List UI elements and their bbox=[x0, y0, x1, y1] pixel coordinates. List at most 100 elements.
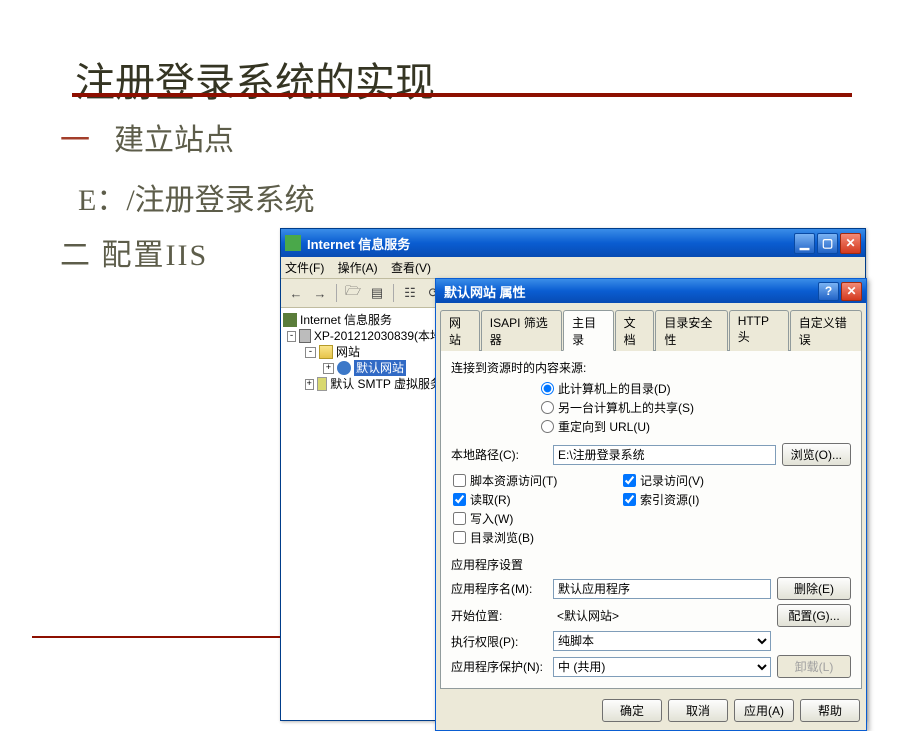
menu-file[interactable]: 文件(F) bbox=[285, 261, 324, 275]
remove-button[interactable]: 删除(E) bbox=[777, 577, 851, 600]
radio-local-directory[interactable]: 此计算机上的目录(D) bbox=[541, 380, 851, 397]
tab-custom-errors[interactable]: 自定义错误 bbox=[790, 310, 862, 351]
toolbar-separator bbox=[336, 284, 337, 302]
toolbar-list-button[interactable]: ▤ bbox=[366, 282, 388, 304]
tab-http-headers[interactable]: HTTP 头 bbox=[729, 310, 789, 351]
tab-directory-security[interactable]: 目录安全性 bbox=[655, 310, 727, 351]
tree-expand-icon[interactable]: + bbox=[323, 363, 334, 374]
properties-dialog: 默认网站 属性 ? ✕ 网站 ISAPI 筛选器 主目录 文档 目录安全性 HT… bbox=[435, 278, 867, 731]
dialog-titlebar[interactable]: 默认网站 属性 ? ✕ bbox=[436, 279, 866, 303]
tab-documents[interactable]: 文档 bbox=[615, 310, 655, 351]
tab-body: 连接到资源时的内容来源: 此计算机上的目录(D) 另一台计算机上的共享(S) 重… bbox=[440, 350, 862, 689]
tree-websites-label: 网站 bbox=[336, 344, 360, 360]
check-logvisit-label: 记录访问(V) bbox=[640, 472, 704, 489]
check-directory-browse[interactable]: 目录浏览(B) bbox=[453, 529, 621, 546]
tree-default-site[interactable]: + 默认网站 bbox=[283, 360, 442, 376]
toolbar-forward-button[interactable]: → bbox=[309, 282, 331, 304]
check-index-input[interactable] bbox=[623, 493, 636, 506]
radio-share-input[interactable] bbox=[541, 401, 554, 414]
config-button[interactable]: 配置(G)... bbox=[777, 604, 851, 627]
check-script-access[interactable]: 脚本资源访问(T) bbox=[453, 472, 621, 489]
slide-title: 注册登录系统的实现 bbox=[75, 50, 435, 108]
slide-line-1: 一建立站点 bbox=[60, 115, 234, 159]
toolbar-properties-button[interactable]: ☷ bbox=[399, 282, 421, 304]
exec-permissions-select[interactable]: 纯脚本 bbox=[553, 631, 771, 651]
local-path-row: 本地路径(C): E:\注册登录系统 浏览(O)... bbox=[451, 443, 851, 466]
tree-collapse-icon[interactable]: - bbox=[305, 347, 316, 358]
radio-network-share[interactable]: 另一台计算机上的共享(S) bbox=[541, 399, 851, 416]
menu-action[interactable]: 操作(A) bbox=[338, 261, 378, 275]
ok-button[interactable]: 确定 bbox=[602, 699, 662, 722]
radio-redirect-label: 重定向到 URL(U) bbox=[558, 418, 650, 435]
tree-computer-label: XP-201212030839(本地 bbox=[314, 328, 442, 344]
check-read-input[interactable] bbox=[453, 493, 466, 506]
dialog-title-text: 默认网站 属性 bbox=[440, 282, 818, 301]
tab-isapi[interactable]: ISAPI 筛选器 bbox=[481, 310, 562, 351]
exec-permissions-label: 执行权限(P): bbox=[451, 633, 547, 650]
check-logvisit-input[interactable] bbox=[623, 474, 636, 487]
minimize-button[interactable]: ▁ bbox=[794, 233, 815, 254]
check-read[interactable]: 读取(R) bbox=[453, 491, 621, 508]
check-index-label: 索引资源(I) bbox=[640, 491, 699, 508]
check-write-input[interactable] bbox=[453, 512, 466, 525]
dialog-tabs: 网站 ISAPI 筛选器 主目录 文档 目录安全性 HTTP 头 自定义错误 bbox=[436, 303, 866, 350]
help-button[interactable]: 帮助 bbox=[800, 699, 860, 722]
tree-websites[interactable]: - 网站 bbox=[283, 344, 442, 360]
folder-icon bbox=[319, 345, 333, 359]
iis-titlebar[interactable]: Internet 信息服务 ▁ ▢ ✕ bbox=[281, 229, 865, 257]
tab-site[interactable]: 网站 bbox=[440, 310, 480, 351]
app-protection-label: 应用程序保护(N): bbox=[451, 658, 547, 675]
check-browse-input[interactable] bbox=[453, 531, 466, 544]
permissions-checks: 脚本资源访问(T) 读取(R) 写入(W) 目录浏览(B) 记录访问(V) 索引… bbox=[451, 470, 851, 548]
tree-expand-icon[interactable]: + bbox=[305, 379, 314, 390]
check-script-input[interactable] bbox=[453, 474, 466, 487]
tree-computer[interactable]: - XP-201212030839(本地 bbox=[283, 328, 442, 344]
check-read-label: 读取(R) bbox=[470, 491, 511, 508]
app-name-row: 应用程序名(M): 默认应用程序 删除(E) bbox=[451, 577, 851, 600]
check-log-visits[interactable]: 记录访问(V) bbox=[623, 472, 791, 489]
apply-button[interactable]: 应用(A) bbox=[734, 699, 794, 722]
radio-redirect-url[interactable]: 重定向到 URL(U) bbox=[541, 418, 851, 435]
app-name-input[interactable]: 默认应用程序 bbox=[553, 579, 771, 599]
dialog-footer: 确定 取消 应用(A) 帮助 bbox=[436, 693, 866, 730]
computer-icon bbox=[299, 329, 311, 343]
maximize-button[interactable]: ▢ bbox=[817, 233, 838, 254]
iis-client-area: Internet 信息服务 - XP-201212030839(本地 - 网站 + 默… bbox=[281, 308, 865, 720]
iis-app-icon bbox=[285, 235, 301, 251]
dialog-close-button[interactable]: ✕ bbox=[841, 282, 862, 301]
slide-line-3: 二 配置IIS bbox=[60, 230, 208, 274]
tree-default-site-label: 默认网站 bbox=[354, 360, 406, 376]
start-location-row: 开始位置: <默认网站> 配置(G)... bbox=[451, 604, 851, 627]
menu-view[interactable]: 查看(V) bbox=[391, 261, 431, 275]
local-path-label: 本地路径(C): bbox=[451, 446, 547, 463]
toolbar-back-button[interactable]: ← bbox=[285, 282, 307, 304]
server-icon bbox=[283, 313, 297, 327]
app-protection-select[interactable]: 中 (共用) bbox=[553, 657, 771, 677]
dialog-help-button[interactable]: ? bbox=[818, 282, 839, 301]
check-browse-label: 目录浏览(B) bbox=[470, 529, 534, 546]
slide-line-1-text: 建立站点 bbox=[114, 124, 234, 157]
tree-smtp[interactable]: + 默认 SMTP 虚拟服务 bbox=[283, 376, 442, 392]
toolbar-up-button[interactable]: 🗁 bbox=[342, 282, 364, 304]
tree-collapse-icon[interactable]: - bbox=[287, 331, 296, 342]
radio-local-input[interactable] bbox=[541, 382, 554, 395]
local-path-input[interactable]: E:\注册登录系统 bbox=[553, 445, 776, 465]
browse-button[interactable]: 浏览(O)... bbox=[782, 443, 851, 466]
close-button[interactable]: ✕ bbox=[840, 233, 861, 254]
tab-home-directory[interactable]: 主目录 bbox=[563, 310, 614, 351]
cancel-button[interactable]: 取消 bbox=[668, 699, 728, 722]
check-write-label: 写入(W) bbox=[470, 510, 513, 527]
start-location-label: 开始位置: bbox=[451, 607, 547, 624]
globe-icon bbox=[337, 361, 351, 375]
iis-menubar: 文件(F) 操作(A) 查看(V) bbox=[281, 257, 865, 279]
radio-redirect-input[interactable] bbox=[541, 420, 554, 433]
tree-root[interactable]: Internet 信息服务 bbox=[283, 312, 442, 328]
check-index-resource[interactable]: 索引资源(I) bbox=[623, 491, 791, 508]
iis-title-text: Internet 信息服务 bbox=[307, 234, 794, 253]
iis-window-buttons: ▁ ▢ ✕ bbox=[794, 233, 861, 254]
check-write[interactable]: 写入(W) bbox=[453, 510, 621, 527]
tree-smtp-label: 默认 SMTP 虚拟服务 bbox=[330, 376, 442, 392]
check-script-label: 脚本资源访问(T) bbox=[470, 472, 557, 489]
tree-panel[interactable]: Internet 信息服务 - XP-201212030839(本地 - 网站 + 默… bbox=[281, 308, 445, 720]
app-settings-label: 应用程序设置 bbox=[451, 556, 851, 573]
